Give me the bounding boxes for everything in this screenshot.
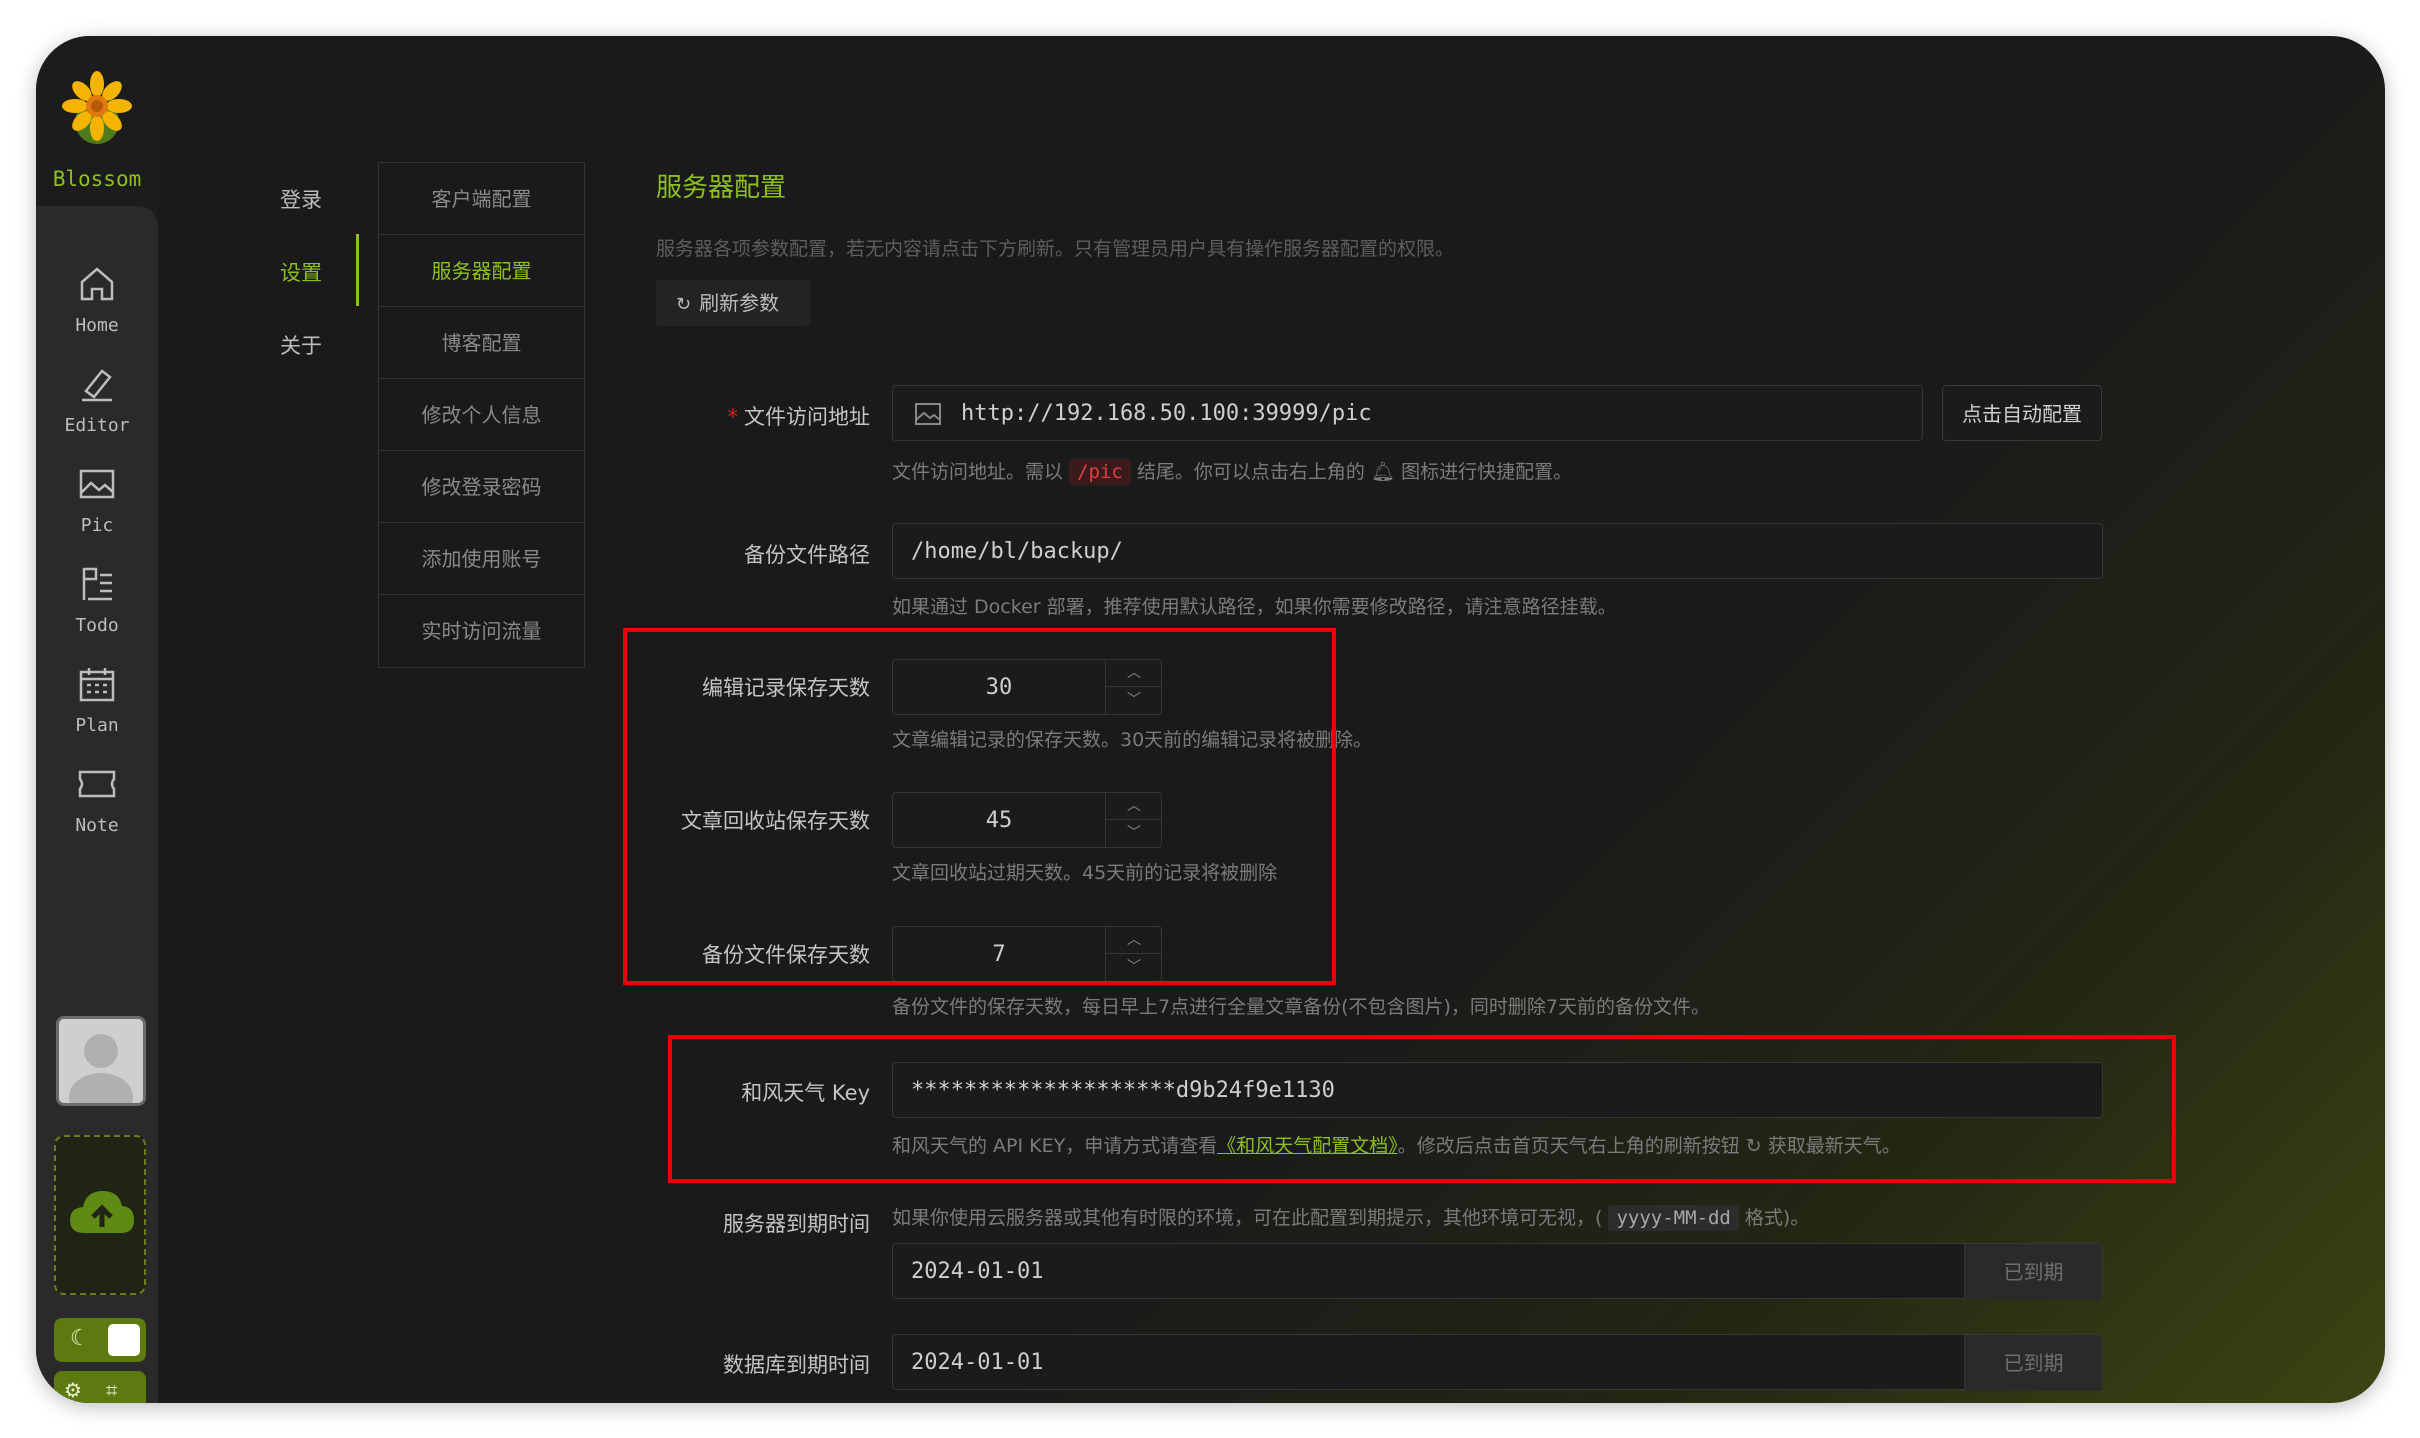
- rail-item-editor[interactable]: Editor: [36, 363, 158, 449]
- rail-item-plan[interactable]: Plan: [36, 663, 158, 749]
- sub-nav-traffic[interactable]: 实时访问流量: [379, 595, 584, 667]
- todo-icon: [82, 567, 112, 601]
- help-text: 结尾。你可以点击右上角的: [1136, 461, 1365, 483]
- rail-item-label: Editor: [64, 415, 130, 436]
- refresh-button[interactable]: ↻ 刷新参数: [656, 280, 811, 326]
- image-icon: [915, 403, 941, 425]
- server-expire-input[interactable]: 2024-01-01: [892, 1243, 2103, 1299]
- rail-item-label: Pic: [80, 515, 114, 536]
- help-text: 图标进行快捷配置。: [1401, 461, 1573, 483]
- db-expire-label: 数据库到期时间: [723, 1353, 870, 1377]
- left-rail: Blossom Home Editor Pic Todo Plan Note ☾…: [36, 36, 158, 1403]
- home-icon: [80, 267, 114, 301]
- avatar[interactable]: [56, 1016, 146, 1106]
- server-expire-help: 如果你使用云服务器或其他有时限的环境，可在此配置到期提示，其他环境可无视，( y…: [892, 1203, 1810, 1231]
- rail-item-home[interactable]: Home: [36, 263, 158, 349]
- db-expire-input[interactable]: 2024-01-01: [892, 1334, 2103, 1390]
- rail-item-todo[interactable]: Todo: [36, 563, 158, 649]
- backup-path-input[interactable]: /home/bl/backup/: [892, 523, 2103, 579]
- rail-item-label: Home: [75, 315, 119, 336]
- rail-item-label: Note: [75, 815, 119, 836]
- help-text: 如果你使用云服务器或其他有时限的环境，可在此配置到期提示，其他环境可无视，(: [892, 1207, 1603, 1229]
- sub-nav-server-config[interactable]: 服务器配置: [379, 235, 584, 307]
- help-text: 文件访问地址。需以: [892, 461, 1064, 483]
- user-avatar-icon: [69, 1034, 133, 1103]
- sub-nav-client-config[interactable]: 客户端配置: [379, 163, 584, 235]
- rail-tool-buttons: ⚙ ⌗: [54, 1371, 146, 1403]
- rail-item-label: Todo: [75, 615, 119, 636]
- refresh-icon: ↻: [676, 294, 692, 315]
- file-url-input[interactable]: http://192.168.50.100:39999/pic: [892, 385, 1923, 441]
- toggle-knob: [108, 1324, 140, 1356]
- ticket-icon: [78, 770, 116, 798]
- sub-nav-blog-config[interactable]: 博客配置: [379, 307, 584, 379]
- required-mark: *: [727, 405, 739, 429]
- help-code: /pic: [1069, 459, 1131, 485]
- refresh-label: 刷新参数: [699, 291, 780, 315]
- file-url-value: http://192.168.50.100:39999/pic: [961, 401, 1372, 426]
- db-expire-value: 2024-01-01: [911, 1350, 1044, 1375]
- editor-icon: [82, 369, 112, 402]
- nav-active-indicator: [356, 234, 359, 306]
- bell-icon: 🔔︎: [1370, 461, 1396, 483]
- image-icon: [79, 469, 115, 499]
- moon-icon: ☾: [70, 1326, 90, 1351]
- page-description: 服务器各项参数配置，若无内容请点击下方刷新。只有管理员用户具有操作服务器配置的权…: [656, 238, 1455, 260]
- crop-icon[interactable]: ⌗: [106, 1378, 117, 1402]
- file-url-label-text: 文件访问地址: [744, 405, 870, 429]
- upload-dropzone[interactable]: [54, 1135, 146, 1295]
- file-url-label: * 文件访问地址: [470, 401, 871, 431]
- page-title: 服务器配置: [656, 173, 787, 203]
- file-url-help: 文件访问地址。需以 /pic 结尾。你可以点击右上角的 🔔︎ 图标进行快捷配置。: [892, 457, 1573, 485]
- gear-icon[interactable]: ⚙: [64, 1378, 82, 1402]
- logo-text: Blossom: [52, 167, 142, 191]
- theme-toggle[interactable]: ☾: [54, 1318, 146, 1362]
- backup-days-help: 备份文件的保存天数，每日早上7点进行全量文章备份(不包含图片)，同时删除7天前的…: [892, 996, 1711, 1018]
- nav-login[interactable]: 登录: [256, 184, 346, 214]
- rail-item-pic[interactable]: Pic: [36, 463, 158, 549]
- calendar-icon: [79, 668, 115, 702]
- rail-panel: Home Editor Pic Todo Plan Note ☾ ⚙ ⌗: [36, 206, 158, 1403]
- server-expire-status: 已到期: [1964, 1244, 2102, 1300]
- cloud-upload-icon: [70, 1191, 134, 1233]
- blossom-logo-icon: [62, 71, 132, 144]
- server-expire-label: 服务器到期时间: [723, 1212, 870, 1236]
- highlight-box-weather: [668, 1035, 2176, 1183]
- server-expire-value: 2024-01-01: [911, 1259, 1044, 1284]
- highlight-box-retention: [623, 628, 1336, 985]
- backup-path-help: 如果通过 Docker 部署，推荐使用默认路径，如果你需要修改路径，请注意路径挂…: [892, 596, 1617, 618]
- backup-path-label: 备份文件路径: [744, 543, 870, 567]
- rail-item-label: Plan: [75, 715, 119, 736]
- nav-settings[interactable]: 设置: [256, 257, 346, 287]
- nav-about[interactable]: 关于: [256, 330, 346, 360]
- app-window: Blossom Home Editor Pic Todo Plan Note ☾…: [36, 36, 2385, 1403]
- auto-config-button[interactable]: 点击自动配置: [1942, 385, 2102, 441]
- sub-nav-password[interactable]: 修改登录密码: [379, 451, 584, 523]
- help-text: 格式)。: [1744, 1207, 1810, 1229]
- help-code: yyyy-MM-dd: [1608, 1205, 1739, 1231]
- db-expire-status: 已到期: [1964, 1335, 2102, 1391]
- rail-item-note[interactable]: Note: [36, 763, 158, 849]
